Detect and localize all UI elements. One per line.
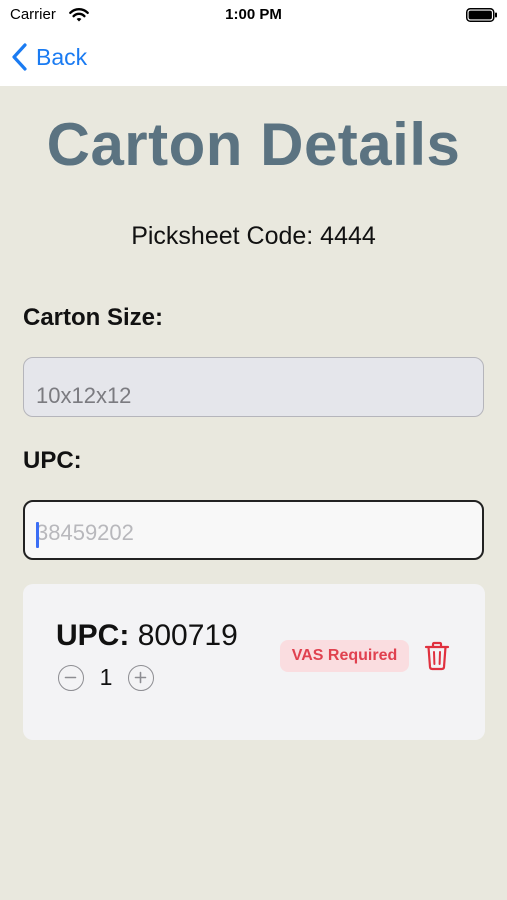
item-upc: UPC: 800719 (56, 619, 238, 653)
quantity-value: 1 (99, 664, 113, 690)
decrement-button[interactable] (58, 665, 84, 691)
item-upc-value: 800719 (137, 619, 238, 652)
text-cursor (36, 522, 39, 548)
upc-label: UPC: (23, 447, 82, 474)
list-item (23, 584, 485, 740)
plus-circle-icon (134, 671, 147, 684)
carton-size-value: 10x12x12 (36, 383, 132, 408)
vas-required-badge: VAS Required (280, 640, 409, 672)
chevron-left-icon (12, 43, 27, 71)
battery-icon (466, 8, 497, 22)
carton-size-label: Carton Size: (23, 304, 164, 331)
back-label: Back (36, 43, 88, 70)
carton-size-field[interactable]: 10x12x12 (23, 357, 484, 417)
minus-circle-icon (64, 676, 77, 679)
picksheet-code: Picksheet Code: 4444 (131, 222, 376, 250)
item-upc-key: UPC: (56, 619, 130, 652)
status-bar: Carrier 1:00 PM (0, 0, 507, 30)
back-button[interactable]: Back (10, 40, 87, 74)
trash-icon[interactable] (424, 641, 450, 671)
clock: 1:00 PM (225, 6, 282, 23)
upc-placeholder: 38459202 (36, 520, 134, 545)
content-area (0, 86, 507, 900)
upc-input[interactable]: 38459202 (23, 500, 484, 560)
increment-button[interactable] (128, 665, 154, 691)
page-title: Carton Details (46, 111, 461, 178)
